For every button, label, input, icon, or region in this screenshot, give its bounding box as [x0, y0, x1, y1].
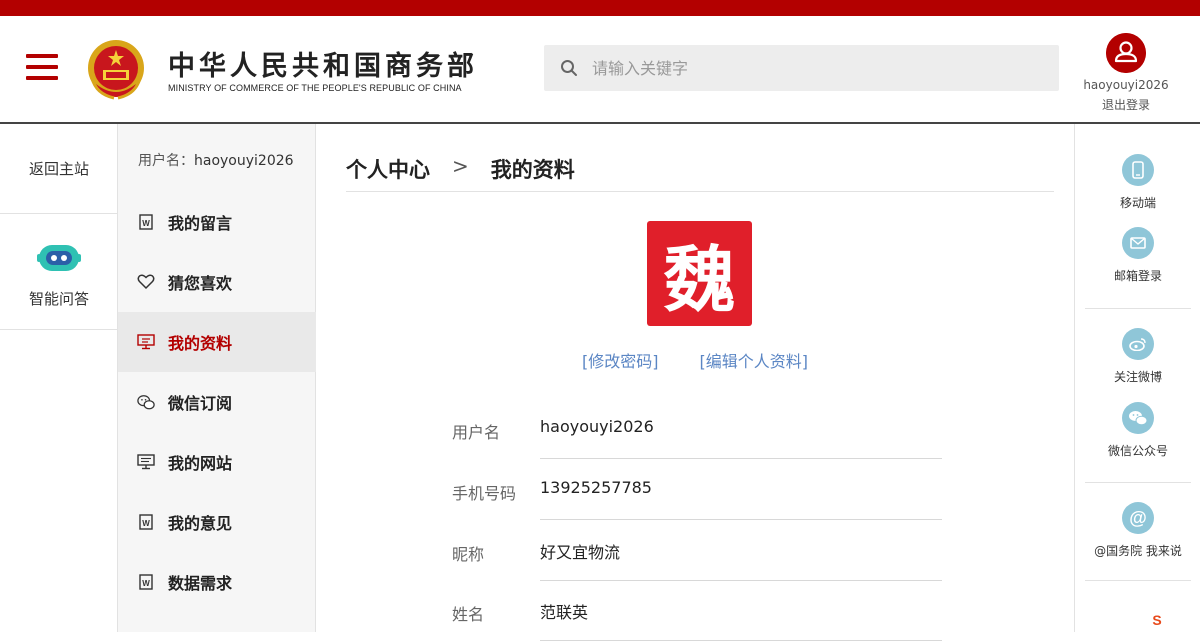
field-label: 用户名	[452, 423, 501, 442]
field-value: 好又宜物流	[540, 539, 942, 581]
svg-text:W: W	[142, 579, 150, 588]
nav-item-my-website[interactable]: 我的网站	[118, 432, 316, 492]
mail-login-label: 邮箱登录	[1113, 269, 1162, 283]
nav-item-label: 我的意见	[168, 514, 233, 533]
word-doc-icon: W	[137, 573, 155, 591]
nav-item-wechat-subscribe[interactable]: 微信订阅	[118, 372, 316, 432]
at-icon: @	[1122, 502, 1154, 534]
logout-link[interactable]: 退出登录	[1076, 96, 1176, 113]
nav-item-data-demand[interactable]: W 数据需求	[118, 552, 316, 612]
wechat-official-entry[interactable]: 微信公众号	[1075, 402, 1200, 459]
nav-username-value: haoyouyi2026	[194, 153, 294, 169]
wechat-icon	[137, 393, 155, 411]
field-value: 13925257785	[540, 478, 942, 520]
mail-login-entry[interactable]: 邮箱登录	[1075, 227, 1200, 284]
divider	[1085, 308, 1191, 309]
state-council-feedback-label: @国务院 我来说	[1094, 544, 1182, 558]
field-label: 昵称	[452, 545, 485, 564]
nav-item-label: 我的留言	[168, 214, 233, 233]
profile-avatar: 魏	[647, 221, 752, 326]
field-label: 姓名	[452, 605, 485, 624]
word-doc-icon: W	[137, 213, 155, 231]
search-box	[544, 45, 1059, 91]
breadcrumb-root[interactable]: 个人中心	[346, 154, 430, 184]
nav-item-my-profile[interactable]: 我的资料	[118, 312, 316, 372]
profile-field-nickname: 昵称 好又宜物流	[452, 521, 942, 581]
state-council-feedback-entry[interactable]: @ @国务院 我来说	[1075, 502, 1200, 559]
wechat-icon	[1122, 402, 1154, 434]
national-emblem-icon	[88, 40, 144, 100]
wechat-official-label: 微信公众号	[1107, 444, 1168, 458]
input-method-icon[interactable]: S	[1148, 612, 1168, 628]
nav-username: 用户名：haoyouyi2026	[138, 150, 294, 170]
profile-main: 个人中心 > 我的资料 魏 [修改密码] [编辑个人资料] 用户名 haoyou…	[316, 124, 1074, 641]
profile-field-phone: 手机号码 13925257785	[452, 460, 942, 520]
breadcrumb-current: 我的资料	[490, 158, 575, 182]
profile-field-username: 用户名 haoyouyi2026	[452, 399, 942, 459]
site-logo-english[interactable]: MINISTRY OF COMMERCE OF THE PEOPLE'S REP…	[168, 83, 462, 93]
right-service-column: 移动端 邮箱登录 关注微博 微信公众号 @ @国务院 我来说	[1074, 124, 1200, 632]
breadcrumb: 个人中心 > 我的资料	[346, 154, 1054, 192]
profile-field-realname: 姓名 范联英	[452, 581, 942, 641]
nav-item-label: 我的资料	[168, 334, 233, 353]
weibo-label: 关注微博	[1113, 370, 1162, 384]
svg-text:W: W	[142, 219, 150, 228]
edit-profile-link[interactable]: [编辑个人资料]	[700, 352, 809, 371]
nav-item-label: 猜您喜欢	[168, 274, 233, 293]
hamburger-menu-icon[interactable]	[26, 54, 58, 80]
profile-action-links: [修改密码] [编辑个人资料]	[316, 348, 1074, 372]
heart-icon	[137, 273, 155, 291]
header-username[interactable]: haoyouyi2026	[1076, 78, 1176, 92]
divider	[1085, 580, 1191, 581]
field-label: 手机号码	[452, 484, 517, 503]
breadcrumb-separator: >	[452, 154, 469, 178]
field-value: haoyouyi2026	[540, 417, 942, 459]
weibo-icon	[1122, 328, 1154, 360]
avatar-char: 魏	[663, 237, 736, 322]
monitor-profile-icon	[137, 333, 155, 351]
nav-item-guess-you-like[interactable]: 猜您喜欢	[118, 252, 316, 312]
svg-text:S: S	[1152, 612, 1161, 628]
mobile-entry[interactable]: 移动端	[1075, 154, 1200, 211]
left-quick-column: 返回主站 智能问答	[0, 124, 118, 632]
site-header: 中华人民共和国商务部 MINISTRY OF COMMERCE OF THE P…	[0, 16, 1200, 124]
smart-qa-entry[interactable]: 智能问答	[0, 214, 118, 330]
nav-item-my-opinions[interactable]: W 我的意见	[118, 492, 316, 552]
nav-username-prefix: 用户名：	[138, 153, 194, 169]
monitor-icon	[137, 453, 155, 471]
mail-icon	[1122, 227, 1154, 259]
change-password-link[interactable]: [修改密码]	[582, 352, 659, 371]
search-icon[interactable]	[560, 59, 578, 77]
field-value: 范联英	[540, 599, 942, 641]
top-red-bar	[0, 0, 1200, 16]
mobile-label: 移动端	[1119, 196, 1156, 210]
nav-item-my-messages[interactable]: W 我的留言	[118, 192, 316, 252]
personal-center-nav: 用户名：haoyouyi2026 W 我的留言 猜您喜欢 我的资料 微信订阅 我…	[118, 124, 316, 632]
weibo-entry[interactable]: 关注微博	[1075, 328, 1200, 385]
robot-icon	[37, 245, 81, 271]
user-avatar-icon[interactable]	[1106, 33, 1146, 73]
svg-text:W: W	[142, 519, 150, 528]
nav-item-label: 我的网站	[168, 454, 233, 473]
search-input[interactable]	[592, 45, 1042, 91]
nav-item-label: 微信订阅	[168, 394, 233, 413]
smart-qa-label: 智能问答	[28, 290, 89, 308]
nav-item-label: 数据需求	[168, 574, 233, 593]
mobile-icon	[1122, 154, 1154, 186]
divider	[1085, 482, 1191, 483]
back-home-link[interactable]: 返回主站	[0, 124, 118, 214]
site-logo-chinese[interactable]: 中华人民共和国商务部	[168, 44, 478, 83]
word-doc-icon: W	[137, 513, 155, 531]
